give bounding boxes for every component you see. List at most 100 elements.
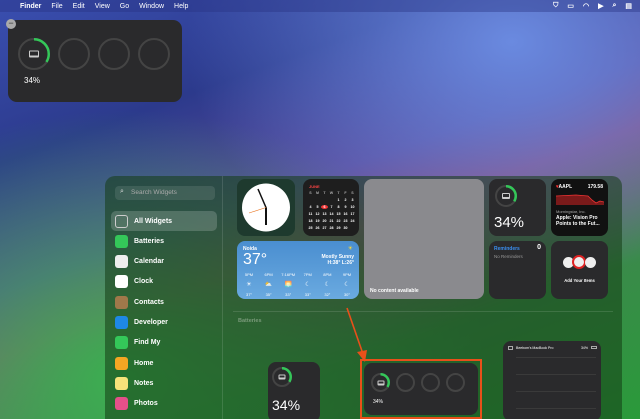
calendar-day: 14 — [329, 212, 334, 216]
sidebar-item-label: All Widgets — [134, 217, 173, 225]
battery-widget-desktop[interactable]: 34% — [8, 20, 182, 102]
hourly-label: 8PM — [323, 272, 332, 277]
menu-window[interactable]: Window — [139, 3, 164, 10]
battery-icon[interactable]: ▭ — [567, 2, 574, 10]
battery-ring — [370, 372, 390, 392]
calendar-day: 28 — [329, 226, 334, 230]
battery-widget-small[interactable]: 34% — [489, 179, 546, 236]
calendar-day: 30 — [343, 226, 348, 230]
sidebar-item-label: Calendar — [134, 258, 164, 266]
play-icon[interactable]: ▶ — [598, 2, 603, 10]
calendar-day: 2 — [344, 198, 347, 202]
weekday-label: T — [337, 191, 340, 195]
reminders-widget[interactable]: Reminders 0 No Reminders — [489, 241, 546, 299]
calendar-day: 1 — [337, 198, 340, 202]
battery-ring — [271, 366, 292, 387]
sidebar-item-label: Developer — [134, 319, 168, 326]
battery-widget-large-option[interactable]: Beebom's MacBook Pro 34% — [503, 341, 601, 419]
hourly-label: 32° — [324, 292, 331, 297]
hourly-label: 35° — [265, 292, 272, 297]
sidebar-item-developer[interactable]: Developer — [111, 313, 217, 333]
wifi-icon[interactable]: ◠ — [583, 2, 589, 10]
weather-widget[interactable]: Noida 37° ☀ Mostly Sunny H:38° L:26° 5PM… — [237, 241, 359, 299]
calendar-day: 16 — [343, 212, 348, 216]
red-arrow-annotation — [346, 307, 367, 362]
home-accessory-icons — [563, 255, 597, 269]
sidebar-item-calendar[interactable]: Calendar — [111, 252, 217, 272]
battery-percent: 34% — [24, 76, 41, 85]
hourly-label: 5PM — [244, 272, 254, 277]
sidebar-item-find-my[interactable]: Find My — [111, 333, 217, 353]
vpn-icon[interactable]: ⛉ — [553, 2, 558, 10]
calendar-day: 22 — [336, 219, 341, 223]
hourly-forecast: 5PM ☀ 37° — [240, 272, 258, 297]
control-center-icon[interactable]: ▤ — [625, 2, 632, 10]
laptop-icon — [29, 50, 39, 58]
calendar-day: 17 — [350, 212, 355, 216]
battery-ring-empty — [138, 38, 170, 70]
menu-finder[interactable]: Finder — [20, 3, 41, 10]
weekday-label: S — [351, 191, 354, 195]
sidebar-item-contacts[interactable]: Contacts — [111, 292, 217, 312]
menu-bar: Finder File Edit View Go Window Help ⛉ ▭… — [0, 0, 640, 12]
remove-widget-button[interactable]: − — [6, 19, 16, 29]
sidebar: ⌕ Search Widgets All Widgets Batteries Cale… — [105, 176, 223, 419]
calendar-icon — [115, 255, 128, 269]
find-my-icon — [115, 336, 128, 350]
batteries-icon — [115, 234, 128, 248]
menu-go[interactable]: Go — [120, 3, 129, 10]
calendar-day: 12 — [315, 212, 320, 216]
weather-icon: ☀ — [246, 282, 252, 288]
home-widget[interactable]: Add Your Items — [551, 241, 608, 299]
hourly-forecast: 6PM ⛅ 35° — [260, 272, 278, 297]
menu-file[interactable]: File — [51, 3, 62, 10]
battery-ring — [494, 184, 517, 207]
hourly-label: 7:16PM — [281, 272, 296, 277]
calendar-day: 19 — [315, 219, 320, 223]
sidebar-item-photos[interactable]: Photos — [111, 394, 217, 414]
menu-help[interactable]: Help — [174, 3, 188, 10]
calendar-day: 11 — [308, 212, 313, 216]
calendar-day: 18 — [308, 219, 313, 223]
sidebar-item-all-widgets[interactable]: All Widgets — [111, 211, 217, 231]
search-input[interactable]: ⌕ Search Widgets — [115, 186, 215, 200]
home-icon — [115, 356, 128, 370]
calendar-day: 27 — [322, 226, 327, 230]
laptop-icon — [377, 380, 384, 385]
sidebar-item-notes[interactable]: Notes — [111, 373, 217, 393]
weekday-label: S — [309, 191, 312, 195]
hourly-label: 37° — [245, 292, 253, 297]
calendar-day: 3 — [351, 198, 354, 202]
battery-widget-small-option[interactable]: 34% — [268, 362, 320, 419]
sidebar-item-label: Find My — [134, 339, 161, 347]
search-icon[interactable]: ⌕ — [612, 2, 616, 10]
hourly-label: 6PM — [264, 272, 273, 277]
calendar-widget[interactable]: JUNE S M T W T F S 1 2 3 4 5 6 7 8 9 10 11 12 13 14 15 16 17 18 1… — [303, 179, 359, 236]
battery-widget-medium-option[interactable]: 34% — [364, 363, 478, 415]
menu-edit[interactable]: Edit — [73, 3, 85, 10]
hourly-forecast: 7:16PM 🌅 33° — [279, 272, 297, 297]
hourly-label: 7PM — [303, 272, 312, 277]
calendar-day: 25 — [308, 226, 313, 230]
calendar-day: 29 — [336, 226, 341, 230]
sidebar-item-label: Batteries — [134, 237, 164, 245]
calendar-day: 23 — [343, 219, 348, 223]
menu-view[interactable]: View — [95, 3, 110, 10]
battery-ring-empty — [396, 373, 415, 392]
calendar-day — [321, 198, 328, 202]
sidebar-item-clock[interactable]: Clock — [111, 272, 217, 292]
clock-widget[interactable] — [237, 179, 295, 236]
sidebar-item-batteries[interactable]: Batteries — [111, 231, 217, 251]
calendar-day: 8 — [337, 205, 340, 209]
calendar-day: 9 — [344, 205, 347, 209]
sidebar-item-home[interactable]: Home — [111, 353, 217, 373]
battery-ring-empty — [421, 373, 440, 392]
battery-ring-empty — [98, 38, 130, 70]
calendar-day: 20 — [322, 219, 327, 223]
calendar-day: 7 — [330, 205, 333, 209]
weekday-label: M — [316, 191, 319, 195]
calendar-day: 24 — [350, 219, 355, 223]
calendar-day — [307, 198, 314, 202]
stocks-widget[interactable]: ▾AAPL 179.58 Morningstar, Inc. Apple: Vi… — [551, 179, 608, 236]
photos-widget[interactable]: No content available — [364, 179, 484, 299]
